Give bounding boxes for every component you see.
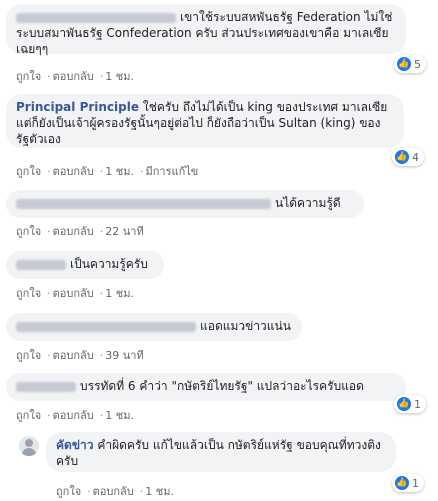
- like-link[interactable]: ถูกใจ: [16, 70, 41, 83]
- comment-bubble-2: Principal Principle ใช่ครับ ถึงไม่ได้เป็…: [6, 94, 404, 148]
- reply-link[interactable]: ตอบกลับ: [53, 349, 94, 362]
- redacted-author-name[interactable]: [16, 12, 176, 23]
- comment-text: เป็นความรู้ครับ: [70, 257, 148, 271]
- author-name[interactable]: คัดข่าว: [56, 438, 94, 452]
- timestamp[interactable]: 39 นาที: [105, 349, 143, 362]
- comment-bubble-7: คัดข่าว คำผิดครับ แก้ไขแล้วเป็น กษัตริย์…: [46, 432, 396, 472]
- comment-bubble-6: บรรทัดที่ 6 คำว่า "กษัตริย์ไทยรัฐ" แปลว่…: [6, 373, 406, 401]
- avatar[interactable]: [19, 436, 39, 456]
- timestamp[interactable]: 1 ชม.: [105, 165, 134, 178]
- comment-actions-5: ถูกใจ · ตอบกลับ · 39 นาที: [16, 349, 144, 362]
- comment-actions-7: ถูกใจ · ตอบกลับ · 1 ชม.: [56, 485, 174, 498]
- timestamp[interactable]: 1 ชม.: [105, 287, 134, 300]
- redacted-author-name[interactable]: [16, 321, 196, 332]
- comment-actions-3: ถูกใจ · ตอบกลับ · 22 นาที: [16, 225, 144, 238]
- like-link[interactable]: ถูกใจ: [16, 349, 41, 362]
- timestamp[interactable]: 1 ชม.: [105, 70, 134, 83]
- reply-link[interactable]: ตอบกลับ: [53, 225, 94, 238]
- comment-bubble-1: เขาใช้ระบบสหพันธรัฐ Federation ไม่ใช่ระบ…: [6, 4, 406, 56]
- redacted-author-name[interactable]: [16, 259, 66, 270]
- thumbs-up-icon: 👍: [397, 397, 411, 411]
- reply-link[interactable]: ตอบกลับ: [93, 485, 134, 498]
- reaction-count-badge[interactable]: 👍 1: [394, 395, 426, 413]
- comment-actions-6: ถูกใจ · ตอบกลับ · 1 ชม.: [16, 409, 134, 422]
- comment-bubble-3: นได้ความรู้ดี: [6, 190, 364, 218]
- reaction-count-badge[interactable]: 👍 5: [394, 55, 426, 73]
- redacted-author-name[interactable]: [16, 381, 76, 392]
- like-link[interactable]: ถูกใจ: [16, 409, 41, 422]
- comment-actions-1: ถูกใจ · ตอบกลับ · 1 ชม.: [16, 70, 134, 83]
- thumbs-up-icon: 👍: [395, 476, 409, 490]
- thumbs-up-icon: 👍: [397, 57, 411, 71]
- like-link[interactable]: ถูกใจ: [56, 485, 81, 498]
- comment-text: คำผิดครับ แก้ไขแล้วเป็น กษัตริย์แห่รัฐ ข…: [56, 438, 381, 468]
- reply-link[interactable]: ตอบกลับ: [53, 165, 94, 178]
- reaction-count-badge[interactable]: 👍 4: [392, 148, 424, 166]
- comment-bubble-5: แอดแมวข่าวแน่น: [6, 313, 302, 341]
- thumbs-up-icon: 👍: [395, 150, 409, 164]
- timestamp[interactable]: 22 นาที: [105, 225, 143, 238]
- comment-bubble-4: เป็นความรู้ครับ: [6, 251, 164, 279]
- reply-link[interactable]: ตอบกลับ: [53, 70, 94, 83]
- like-link[interactable]: ถูกใจ: [16, 225, 41, 238]
- reaction-count-badge[interactable]: 👍 1: [392, 474, 424, 492]
- comment-text: บรรทัดที่ 6 คำว่า "กษัตริย์ไทยรัฐ" แปลว่…: [80, 379, 364, 393]
- comment-actions-4: ถูกใจ · ตอบกลับ · 1 ชม.: [16, 287, 134, 300]
- reply-link[interactable]: ตอบกลับ: [53, 287, 94, 300]
- like-link[interactable]: ถูกใจ: [16, 287, 41, 300]
- author-name[interactable]: Principal Principle: [16, 100, 139, 114]
- reply-link[interactable]: ตอบกลับ: [53, 409, 94, 422]
- edited-label[interactable]: มีการแก้ไข: [145, 165, 198, 178]
- redacted-author-name[interactable]: [16, 198, 271, 209]
- timestamp[interactable]: 1 ชม.: [145, 485, 174, 498]
- comment-text: นได้ความรู้ดี: [275, 196, 341, 210]
- comment-actions-2: ถูกใจ · ตอบกลับ · 1 ชม. · มีการแก้ไข: [16, 165, 199, 178]
- like-link[interactable]: ถูกใจ: [16, 165, 41, 178]
- comment-text: แอดแมวข่าวแน่น: [200, 319, 291, 333]
- timestamp[interactable]: 1 ชม.: [105, 409, 134, 422]
